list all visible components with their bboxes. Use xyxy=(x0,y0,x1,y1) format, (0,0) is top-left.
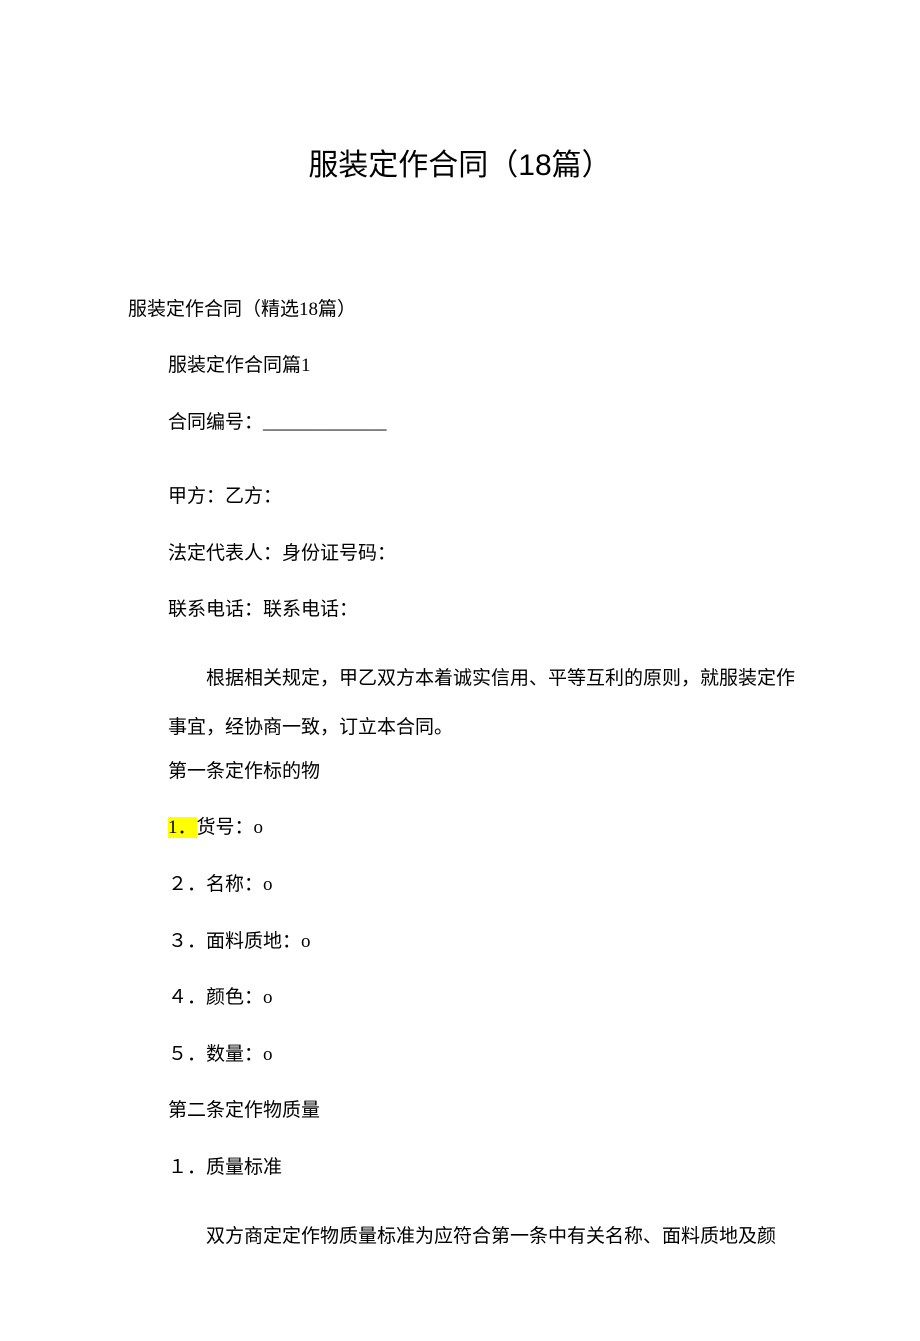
clause-2-item-1: １．质量标准 xyxy=(168,1155,800,1182)
phones-line: 联系电话：联系电话： xyxy=(168,597,800,624)
clause-1-item-3: ３．面料质地：o xyxy=(168,929,800,956)
clause-1-item-1: 1．货号：o xyxy=(168,815,800,842)
clause-1-item-4: ４．颜色：o xyxy=(168,985,800,1012)
item-1-text: 货号：o xyxy=(197,817,264,838)
parties-line: 甲方：乙方： xyxy=(168,484,800,511)
content-block: 服装定作合同篇1 合同编号：_____________ 甲方：乙方： 法定代表人… xyxy=(120,353,800,1261)
contract-number-line: 合同编号：_____________ xyxy=(168,410,800,437)
document-subtitle: 服装定作合同（精选18篇） xyxy=(128,294,800,321)
document-page: 服装定作合同（18篇） 服装定作合同（精选18篇） 服装定作合同篇1 合同编号：… xyxy=(0,0,920,1341)
clause-2-body: 双方商定定作物质量标准为应符合第一条中有关名称、面料质地及颜 xyxy=(168,1212,800,1261)
section-heading: 服装定作合同篇1 xyxy=(168,353,800,380)
preamble-text: 根据相关规定，甲乙双方本着诚实信用、平等互利的原则，就服装定作事宜，经协商一致，… xyxy=(168,654,800,753)
clause-1-item-5: ５．数量：o xyxy=(168,1042,800,1069)
highlight-1: 1． xyxy=(168,817,197,838)
spacer xyxy=(168,466,800,484)
clause-1-title: 第一条定作标的物 xyxy=(168,759,800,786)
clause-2-title: 第二条定作物质量 xyxy=(168,1098,800,1125)
document-title: 服装定作合同（18篇） xyxy=(120,140,800,184)
clause-1-item-2: ２．名称：o xyxy=(168,872,800,899)
legal-rep-line: 法定代表人：身份证号码： xyxy=(168,541,800,568)
